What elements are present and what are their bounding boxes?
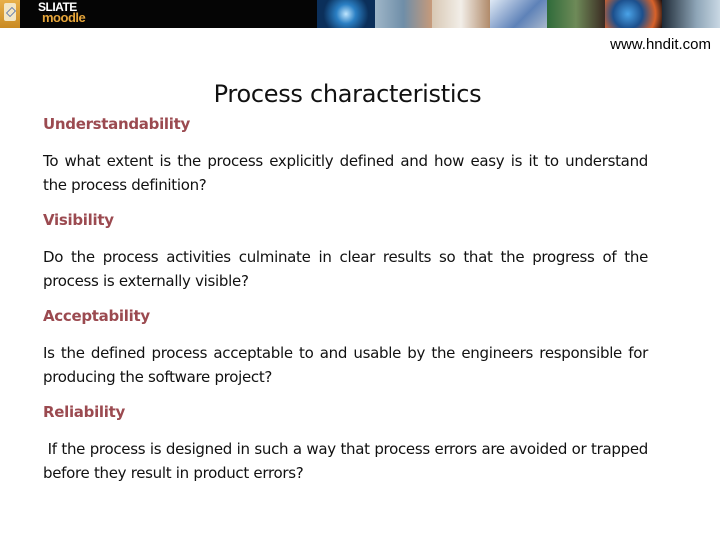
touchscreen-photo-icon — [374, 0, 433, 28]
section-heading: Acceptability — [43, 307, 150, 325]
earth-photo-icon — [604, 0, 663, 28]
slide-title: Process characteristics — [213, 80, 482, 109]
circuit-photo-icon — [489, 0, 548, 28]
eye-photo-icon — [662, 0, 720, 28]
section-heading: Reliability — [43, 403, 125, 421]
slide-content: Understandability To what extent is the … — [43, 113, 648, 497]
section-text: Is the defined process acceptable to and… — [43, 344, 648, 386]
globe-photo-icon — [317, 0, 375, 28]
sliate-moodle-logo[interactable]: SLIATE moodle — [38, 1, 86, 25]
section-reliability: Reliability If the process is designed i… — [43, 401, 648, 485]
logo-line-2: moodle — [42, 10, 86, 25]
section-text: To what extent is the process explicitly… — [43, 152, 648, 194]
section-text: If the process is designed in such a way… — [43, 440, 648, 482]
site-url[interactable]: www.hndit.com — [610, 36, 711, 53]
section-visibility: Visibility Do the process activities cul… — [43, 209, 648, 293]
students-photo-icon — [432, 0, 490, 28]
header-banner: SLIATE moodle — [0, 0, 720, 28]
sliate-crest-icon — [0, 0, 20, 28]
section-heading: Understandability — [43, 115, 190, 133]
section-acceptability: Acceptability Is the defined process acc… — [43, 305, 648, 389]
banner-photo-strip — [317, 0, 720, 28]
section-text: Do the process activities culminate in c… — [43, 248, 648, 290]
classroom-photo-icon — [547, 0, 605, 28]
section-heading: Visibility — [43, 211, 114, 229]
section-understandability: Understandability To what extent is the … — [43, 113, 648, 197]
